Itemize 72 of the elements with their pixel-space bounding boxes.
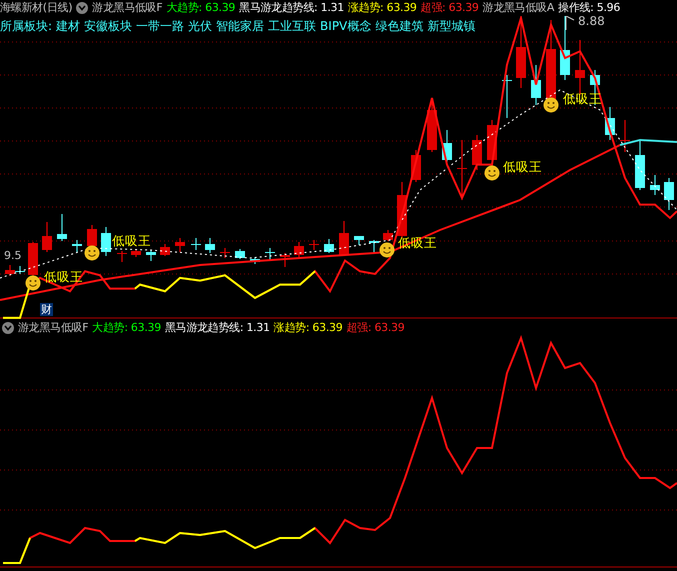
candlestick — [339, 220, 349, 256]
candlestick — [265, 248, 275, 260]
candlestick — [220, 248, 230, 258]
smiley-icon — [25, 275, 41, 291]
indicator-value: 大趋势: 63.39 — [166, 0, 236, 16]
candlestick — [635, 140, 645, 190]
sector-tag[interactable]: 绿色建筑 — [375, 18, 424, 34]
candlestick — [15, 266, 25, 274]
candlestick — [131, 250, 141, 258]
smiley-icon — [84, 245, 100, 261]
sector-tag[interactable]: 工业互联 — [268, 18, 316, 34]
sector-tag[interactable]: 建材 — [56, 18, 80, 34]
candlestick — [605, 106, 615, 140]
smiley-icon — [543, 97, 559, 113]
indicator-value: 涨趋势: 63.39 — [274, 320, 342, 336]
candlestick — [354, 236, 364, 246]
candlestick — [160, 244, 170, 256]
candlestick — [146, 250, 156, 262]
candlestick — [324, 238, 334, 254]
candlestick — [294, 242, 304, 258]
sector-tag[interactable]: 安徽板块 — [84, 18, 132, 34]
indicator-value: 黑马游龙趋势线: 1.31 — [164, 320, 270, 336]
indicator-value: 涨趋势: 63.39 — [348, 0, 417, 16]
indicator-value: 操作线: 5.96 — [558, 0, 620, 16]
candlestick — [250, 256, 260, 264]
sector-tag[interactable]: 智能家居 — [216, 18, 264, 34]
signal-label: 低吸王 — [503, 160, 542, 174]
candlestick — [560, 14, 570, 80]
indicator-value: 黑马游龙趋势线: 1.31 — [239, 0, 344, 16]
indicator-name: 游龙黑马低吸F — [92, 0, 162, 16]
dropdown-icon[interactable] — [2, 322, 14, 334]
candlestick — [117, 250, 127, 262]
candlestick — [5, 264, 15, 276]
stock-title: 海螺新材(日线) — [0, 0, 72, 16]
sector-tag[interactable]: BIPV概念 — [320, 18, 372, 34]
candlestick — [650, 174, 660, 196]
candlestick — [472, 134, 482, 170]
candlestick — [42, 222, 52, 252]
candlestick — [383, 230, 393, 242]
sector-tag[interactable]: 光伏 — [188, 18, 212, 34]
smiley-icon — [379, 242, 395, 258]
candlestick — [205, 238, 215, 254]
candlestick — [72, 240, 82, 254]
candlestick — [101, 226, 111, 256]
indicator-name: 游龙黑马低吸F — [18, 320, 88, 336]
candlestick — [369, 240, 379, 254]
sector-label: 所属板块: — [0, 18, 52, 34]
indicator-value: 大趋势: 63.39 — [92, 320, 161, 336]
indicator-value: 超强: 63.39 — [420, 0, 479, 16]
candlestick — [57, 214, 67, 242]
dropdown-icon[interactable] — [76, 2, 88, 14]
candlestick — [191, 238, 201, 250]
flag-icon — [566, 16, 574, 30]
candlestick — [502, 74, 512, 118]
low-price-label: 9.5 — [4, 249, 22, 263]
sector-tag[interactable]: 一带一路 — [136, 18, 184, 34]
smiley-icon — [484, 165, 500, 181]
indicator-value: 超强: 63.39 — [346, 320, 404, 336]
candlestick — [620, 120, 630, 152]
indicator-value: 游龙黑马低吸A — [482, 0, 554, 16]
candlestick — [664, 178, 674, 210]
candlestick — [175, 238, 185, 252]
candlestick — [309, 240, 319, 250]
candlestick — [397, 182, 407, 238]
trend-line-segment — [3, 538, 31, 564]
candlestick — [235, 248, 245, 260]
signal-label: 低吸王 — [112, 234, 151, 248]
candlestick — [531, 64, 541, 106]
candlestick — [280, 252, 290, 268]
high-price-label: 8.88 — [578, 14, 605, 28]
sector-tag[interactable]: 新型城镇 — [427, 18, 476, 34]
finance-badge[interactable]: 财 — [40, 303, 53, 316]
